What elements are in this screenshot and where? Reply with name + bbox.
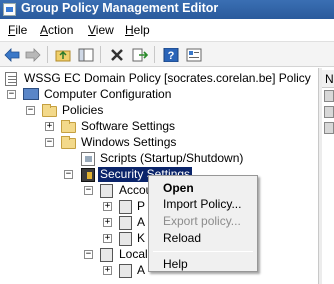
context-menu: Open Import Policy... Export policy... R… xyxy=(148,175,258,272)
folder-icon xyxy=(42,104,57,117)
details-column-header[interactable]: Na xyxy=(322,70,334,88)
policy-folder-icon xyxy=(119,264,132,278)
policy-folder-icon xyxy=(100,184,113,198)
menu-file[interactable]: File xyxy=(8,23,27,37)
collapse-icon[interactable]: − xyxy=(84,250,93,259)
expand-icon[interactable]: + xyxy=(103,234,112,243)
tree-label-account-child-2: A xyxy=(137,215,146,229)
details-item-icon[interactable] xyxy=(324,122,334,134)
expand-icon[interactable]: + xyxy=(103,266,112,275)
tree-node-scripts[interactable]: Scripts (Startup/Shutdown) xyxy=(0,151,318,167)
svg-text:?: ? xyxy=(168,50,175,62)
computer-icon xyxy=(23,88,39,100)
toolbar-separator xyxy=(100,46,101,63)
tree-label-local-policies: Local xyxy=(119,247,148,261)
collapse-icon[interactable]: − xyxy=(7,90,16,99)
title-bar: Group Policy Management Editor xyxy=(0,0,334,19)
menu-bar: File Action View Help xyxy=(0,19,334,41)
tree-label-root: WSSG EC Domain Policy [socrates.corelan.… xyxy=(24,71,311,85)
context-menu-separator xyxy=(153,251,253,252)
toolbar-separator xyxy=(154,46,155,63)
details-column-header-label: Na xyxy=(325,72,334,86)
context-menu-import-policy[interactable]: Import Policy... xyxy=(163,197,241,211)
up-folder-icon[interactable] xyxy=(53,45,73,64)
tree-label-scripts: Scripts (Startup/Shutdown) xyxy=(100,151,244,165)
tree-label-software-settings: Software Settings xyxy=(81,119,176,133)
export-list-icon[interactable] xyxy=(130,45,150,64)
context-menu-help[interactable]: Help xyxy=(163,257,188,271)
tree-label-computer-configuration: Computer Configuration xyxy=(44,87,172,101)
app-icon xyxy=(3,3,16,16)
security-settings-icon xyxy=(81,168,95,182)
collapse-icon[interactable]: − xyxy=(26,106,35,115)
tree-label-policies: Policies xyxy=(62,103,104,117)
menu-view[interactable]: View xyxy=(88,23,114,37)
policy-folder-icon xyxy=(119,216,132,230)
details-pane: Na xyxy=(322,68,334,284)
tree-label-account-child-3: K xyxy=(137,231,146,245)
collapse-icon[interactable]: − xyxy=(64,170,73,179)
scripts-icon xyxy=(81,152,95,166)
policy-document-icon xyxy=(5,72,17,86)
tree-node-windows-settings[interactable]: − Windows Settings xyxy=(0,135,318,151)
folder-icon xyxy=(61,136,76,149)
forward-icon[interactable] xyxy=(23,45,43,64)
expand-icon[interactable]: + xyxy=(103,202,112,211)
tree-node-root[interactable]: WSSG EC Domain Policy [socrates.corelan.… xyxy=(0,71,318,87)
properties-icon[interactable] xyxy=(184,45,204,64)
toolbar-separator xyxy=(47,46,48,63)
details-item-icon[interactable] xyxy=(324,106,334,118)
expand-icon[interactable]: + xyxy=(103,218,112,227)
collapse-icon[interactable]: − xyxy=(84,186,93,195)
back-icon[interactable] xyxy=(2,45,22,64)
policy-folder-icon xyxy=(100,248,113,262)
context-menu-reload[interactable]: Reload xyxy=(163,231,201,245)
toolbar: ? xyxy=(0,41,334,67)
show-hide-tree-icon[interactable] xyxy=(76,45,96,64)
policy-folder-icon xyxy=(119,232,132,246)
tree-node-software-settings[interactable]: + Software Settings xyxy=(0,119,318,135)
policy-folder-icon xyxy=(119,200,132,214)
delete-icon[interactable] xyxy=(107,45,127,64)
tree-node-policies[interactable]: − Policies xyxy=(0,103,318,119)
collapse-icon[interactable]: − xyxy=(45,138,54,147)
window-title: Group Policy Management Editor xyxy=(21,1,219,15)
folder-icon xyxy=(61,120,76,133)
menu-action[interactable]: Action xyxy=(40,23,73,37)
context-menu-export-policy: Export policy... xyxy=(163,214,241,228)
tree-label-windows-settings: Windows Settings xyxy=(81,135,177,149)
details-item-icon[interactable] xyxy=(324,90,334,102)
menu-help[interactable]: Help xyxy=(125,23,150,37)
expand-icon[interactable]: + xyxy=(45,122,54,131)
tree-node-computer-configuration[interactable]: − Computer Configuration xyxy=(0,87,318,103)
context-menu-open[interactable]: Open xyxy=(163,181,194,195)
tree-label-local-child-1: A xyxy=(137,263,146,277)
tree-label-account-child-1: P xyxy=(137,199,146,213)
help-icon[interactable]: ? xyxy=(161,45,181,64)
